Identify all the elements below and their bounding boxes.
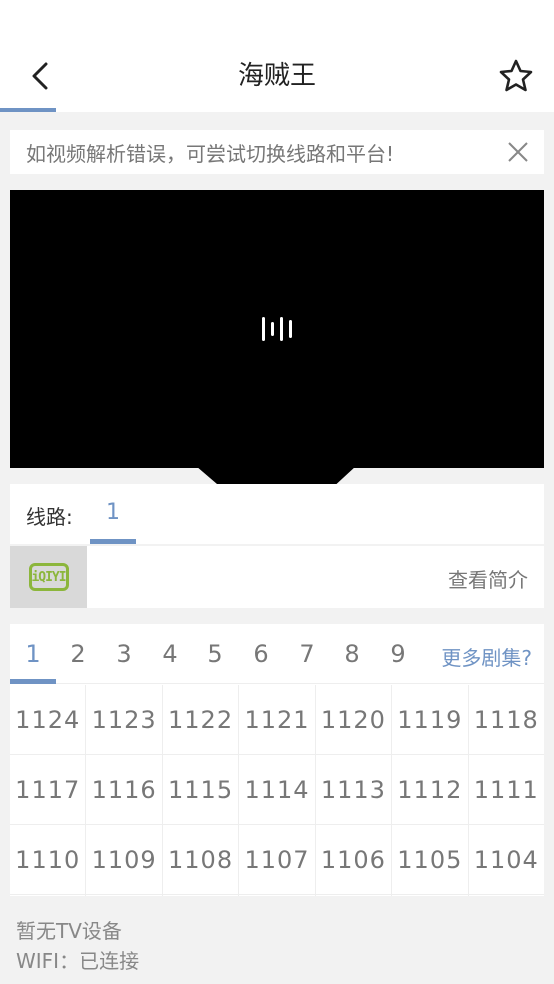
episode-cell[interactable]: 1119 (392, 685, 469, 754)
episode-row: 1124 1123 1122 1121 1120 1119 1118 (10, 685, 544, 755)
episode-cell[interactable]: 1116 (86, 755, 163, 824)
episode-cell[interactable]: 1124 (10, 685, 87, 754)
page-title: 海贼王 (237, 61, 316, 91)
video-player[interactable] (10, 190, 544, 468)
page-tab-8[interactable]: 8 (329, 624, 375, 684)
episode-cell[interactable] (163, 895, 240, 896)
episode-cell[interactable]: 1108 (163, 825, 240, 894)
episode-cell[interactable] (469, 895, 544, 896)
header: 海贼王 (0, 0, 554, 112)
loading-bars-icon (262, 317, 292, 341)
favorite-button[interactable] (498, 58, 534, 94)
episode-cell[interactable] (392, 895, 469, 896)
star-outline-icon (499, 59, 533, 92)
device-status: 暂无TV设备 WIFI：已连接 (16, 916, 139, 976)
page-tab-6[interactable]: 6 (238, 624, 284, 684)
wifi-status: WIFI：已连接 (16, 949, 140, 973)
episode-cell[interactable]: 1112 (392, 755, 469, 824)
line-selector: 线路: 1 (10, 484, 544, 544)
tv-status: 暂无TV设备 (16, 919, 122, 943)
episode-cell[interactable]: 1113 (316, 755, 393, 824)
episode-cell[interactable]: 1115 (163, 755, 240, 824)
episode-cell[interactable]: 1121 (239, 685, 316, 754)
page-tab-9[interactable]: 9 (375, 624, 421, 684)
page-tab-indicator (10, 679, 56, 684)
notice-close-button[interactable] (504, 138, 532, 166)
page-tab-5[interactable]: 5 (192, 624, 238, 684)
episode-grid: 1124 1123 1122 1121 1120 1119 1118 1117 … (10, 685, 544, 896)
episode-cell[interactable]: 1114 (239, 755, 316, 824)
episode-cell[interactable]: 1123 (86, 685, 163, 754)
page-tab-2[interactable]: 2 (55, 624, 101, 684)
episode-cell[interactable]: 1110 (10, 825, 87, 894)
page-tab-1[interactable]: 1 (10, 624, 56, 684)
line-tab-1[interactable]: 1 (90, 484, 136, 544)
episode-cell[interactable]: 1109 (86, 825, 163, 894)
episode-cell[interactable] (10, 895, 87, 896)
episode-cell[interactable]: 1107 (239, 825, 316, 894)
episode-cell[interactable]: 1118 (469, 685, 544, 754)
episode-row (10, 895, 544, 896)
episode-panel: 1 2 3 4 5 6 7 8 9 更多剧集? 1124 1123 1122 1… (10, 624, 544, 896)
notice-banner: 如视频解析错误，可尝试切换线路和平台! (10, 130, 544, 174)
episode-cell[interactable]: 1111 (469, 755, 544, 824)
episode-page-tabs: 1 2 3 4 5 6 7 8 9 更多剧集? (10, 624, 544, 684)
page-tab-4[interactable]: 4 (147, 624, 193, 684)
episode-cell[interactable]: 1117 (10, 755, 87, 824)
episode-cell[interactable]: 1120 (316, 685, 393, 754)
platform-row: iQIYI 查看简介 (10, 546, 544, 608)
notice-text: 如视频解析错误，可尝试切换线路和平台! (26, 141, 395, 166)
episode-row: 1117 1116 1115 1114 1113 1112 1111 (10, 755, 544, 825)
view-intro-link[interactable]: 查看简介 (448, 564, 528, 593)
line-label: 线路: (26, 505, 73, 529)
platform-iqiyi[interactable]: iQIYI (10, 546, 87, 608)
page-tab-3[interactable]: 3 (101, 624, 147, 684)
episode-cell[interactable]: 1104 (469, 825, 544, 894)
iqiyi-logo: iQIYI (28, 563, 69, 591)
line-tab-indicator (90, 539, 136, 544)
episode-cell[interactable] (239, 895, 316, 896)
page: 海贼王 如视频解析错误，可尝试切换线路和平台! 线路: 1 iQIYI 查看简介… (0, 0, 554, 984)
episode-cell[interactable] (316, 895, 393, 896)
episode-cell[interactable]: 1122 (163, 685, 240, 754)
page-tab-7[interactable]: 7 (284, 624, 330, 684)
episode-cell[interactable]: 1105 (392, 825, 469, 894)
episode-cell[interactable]: 1106 (316, 825, 393, 894)
episode-row: 1110 1109 1108 1107 1106 1105 1104 (10, 825, 544, 895)
header-indicator (0, 108, 56, 112)
more-episodes-link[interactable]: 更多剧集? (441, 642, 532, 671)
close-icon (508, 142, 528, 162)
episode-cell[interactable] (86, 895, 163, 896)
